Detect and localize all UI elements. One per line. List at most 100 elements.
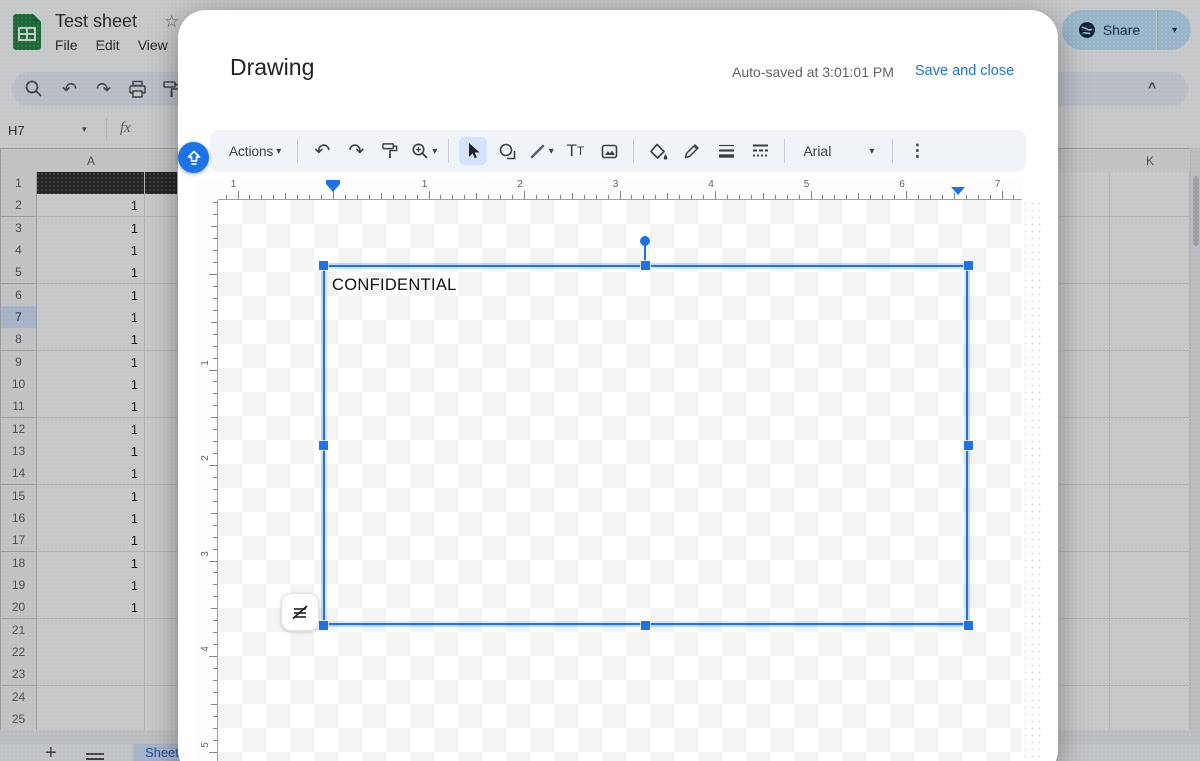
cell-a16[interactable]: 1 (37, 507, 145, 530)
cell-j12[interactable] (1058, 418, 1110, 441)
name-box-caret-icon[interactable]: ▾ (82, 124, 87, 135)
resize-handle[interactable] (641, 261, 650, 270)
font-family-select[interactable]: Arial ▾ (795, 137, 882, 165)
cell-b9[interactable] (145, 351, 178, 374)
cell-b13[interactable] (145, 440, 178, 463)
resize-handle[interactable] (319, 621, 328, 630)
add-sheet-icon[interactable]: + (45, 742, 57, 761)
toolbar-collapse-button[interactable]: ^ (1148, 79, 1156, 95)
row-header-20[interactable]: 20 (0, 596, 37, 619)
formatting-toggle-button[interactable] (281, 593, 319, 631)
row-header-21[interactable]: 21 (0, 619, 37, 642)
extension-fab-button[interactable] (178, 142, 209, 173)
cell-a1[interactable] (37, 172, 145, 195)
cell-a17[interactable]: 1 (37, 529, 145, 552)
select-tool-button[interactable] (459, 137, 487, 165)
cell-j16[interactable] (1058, 507, 1110, 530)
resize-handle[interactable] (641, 621, 650, 630)
row-header-1[interactable]: 1 (0, 172, 37, 195)
all-sheets-icon[interactable] (86, 750, 104, 761)
vertical-scrollbar[interactable] (1190, 148, 1200, 730)
cell-j18[interactable] (1058, 552, 1110, 575)
cell-b16[interactable] (145, 507, 178, 530)
cell-a21[interactable] (37, 619, 145, 642)
cell-a10[interactable]: 1 (37, 373, 145, 396)
cell-j20[interactable] (1058, 596, 1110, 619)
menu-file[interactable]: File (55, 37, 78, 53)
row-header-23[interactable]: 23 (0, 663, 37, 686)
cell-a19[interactable]: 1 (37, 574, 145, 597)
resize-handle[interactable] (964, 441, 973, 450)
cell-a23[interactable] (37, 663, 145, 686)
cell-a24[interactable] (37, 686, 145, 709)
cell-a15[interactable]: 1 (37, 485, 145, 508)
cell-a12[interactable]: 1 (37, 418, 145, 441)
star-icon[interactable]: ☆ (164, 12, 179, 32)
border-weight-button[interactable] (712, 137, 740, 165)
cell-k1[interactable] (1110, 172, 1190, 195)
save-and-close-button[interactable]: Save and close (915, 63, 1014, 79)
column-header-b[interactable] (145, 148, 179, 174)
cell-b23[interactable] (145, 663, 178, 686)
cell-k24[interactable] (1110, 686, 1190, 709)
row-header-3[interactable]: 3 (0, 217, 37, 240)
cell-k13[interactable] (1110, 440, 1190, 463)
cell-a9[interactable]: 1 (37, 351, 145, 374)
cell-k23[interactable] (1110, 663, 1190, 686)
cell-j7[interactable] (1058, 306, 1110, 329)
cell-b3[interactable] (145, 217, 178, 240)
row-header-9[interactable]: 9 (0, 351, 37, 374)
border-color-button[interactable] (678, 137, 706, 165)
cell-a14[interactable]: 1 (37, 462, 145, 485)
cell-b1[interactable] (145, 172, 178, 195)
cell-b14[interactable] (145, 462, 178, 485)
cell-j6[interactable] (1058, 284, 1110, 307)
cell-a18[interactable]: 1 (37, 552, 145, 575)
menu-edit[interactable]: Edit (96, 37, 120, 53)
line-tool-button[interactable]: ▾ (527, 137, 555, 165)
cell-j1[interactable] (1058, 172, 1110, 195)
paint-format-button[interactable] (376, 137, 404, 165)
cell-a13[interactable]: 1 (37, 440, 145, 463)
row-header-15[interactable]: 15 (0, 485, 37, 508)
cell-k21[interactable] (1110, 619, 1190, 642)
row-header-24[interactable]: 24 (0, 686, 37, 709)
cell-k6[interactable] (1110, 284, 1190, 307)
cell-j3[interactable] (1058, 217, 1110, 240)
cell-k4[interactable] (1110, 239, 1190, 262)
cell-k8[interactable] (1110, 328, 1190, 351)
menu-view[interactable]: View (138, 37, 168, 53)
resize-handle[interactable] (964, 261, 973, 270)
cell-k19[interactable] (1110, 574, 1190, 597)
resize-handle[interactable] (319, 261, 328, 270)
cell-k16[interactable] (1110, 507, 1190, 530)
row-header-16[interactable]: 16 (0, 507, 37, 530)
text-tool-button[interactable]: TT (561, 137, 589, 165)
cell-a6[interactable]: 1 (37, 284, 145, 307)
cell-k7[interactable] (1110, 306, 1190, 329)
cell-a8[interactable]: 1 (37, 328, 145, 351)
row-header-4[interactable]: 4 (0, 239, 37, 262)
column-header-a[interactable]: A (37, 148, 146, 174)
cell-k18[interactable] (1110, 552, 1190, 575)
redo-button[interactable]: ↷ (342, 137, 370, 165)
cell-b7[interactable] (145, 306, 178, 329)
cell-b11[interactable] (145, 395, 178, 418)
actions-menu-button[interactable]: Actions ▾ (223, 137, 287, 165)
cell-k9[interactable] (1110, 351, 1190, 374)
row-header-10[interactable]: 10 (0, 373, 37, 396)
row-header-25[interactable]: 25 (0, 708, 37, 731)
cell-j5[interactable] (1058, 261, 1110, 284)
cell-b24[interactable] (145, 686, 178, 709)
cell-j24[interactable] (1058, 686, 1110, 709)
cell-j4[interactable] (1058, 239, 1110, 262)
cell-j17[interactable] (1058, 529, 1110, 552)
row-header-7[interactable]: 7 (0, 306, 37, 329)
cell-j8[interactable] (1058, 328, 1110, 351)
cell-k14[interactable] (1110, 462, 1190, 485)
cell-b18[interactable] (145, 552, 178, 575)
shape-tool-button[interactable] (493, 137, 521, 165)
undo-button[interactable]: ↶ (308, 137, 336, 165)
cell-a22[interactable] (37, 641, 145, 664)
cell-a3[interactable]: 1 (37, 217, 145, 240)
